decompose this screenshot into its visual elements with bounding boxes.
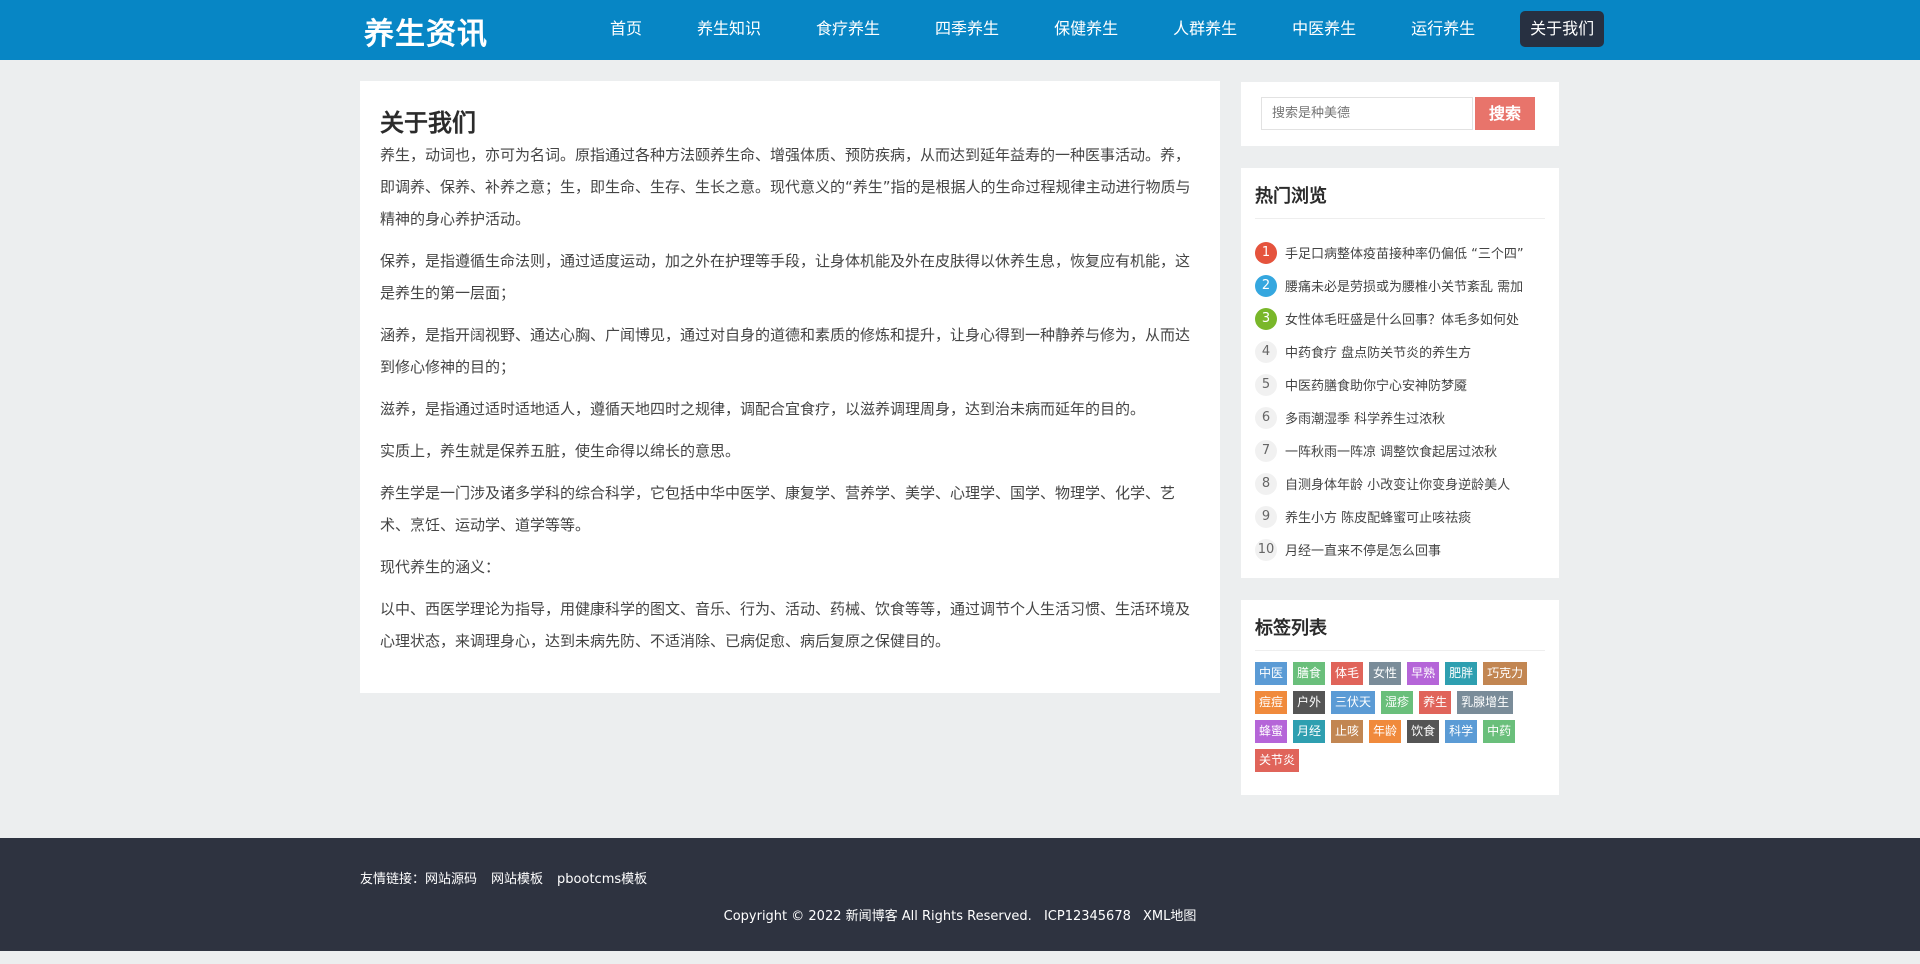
hot-list-item[interactable]: 8 自测身体年龄 小改变让你变身逆龄美人: [1255, 467, 1545, 500]
article-paragraph: 滋养，是指通过适时适地适人，遵循天地四时之规律，调配合宜食疗，以滋养调理周身，达…: [380, 400, 1146, 418]
nav-item-tcm[interactable]: 中医养生: [1282, 11, 1366, 47]
tag-chip[interactable]: 早熟: [1407, 662, 1440, 685]
nav-item-exercise[interactable]: 运行养生: [1401, 11, 1485, 47]
tag-chip[interactable]: 年龄: [1369, 720, 1402, 743]
tag-chip[interactable]: 巧克力: [1483, 662, 1528, 685]
nav-item-seasons[interactable]: 四季养生: [925, 11, 1009, 47]
friend-link[interactable]: pbootcms模板: [557, 868, 647, 887]
hot-item-title[interactable]: 多雨潮湿季 科学养生过浓秋: [1285, 408, 1541, 427]
tag-chip[interactable]: 三伏天: [1331, 691, 1376, 714]
sitemap-link[interactable]: XML地图: [1143, 909, 1196, 924]
nav-item-about[interactable]: 关于我们: [1520, 11, 1605, 47]
search-button[interactable]: 搜索: [1475, 97, 1535, 130]
rank-badge: 9: [1255, 505, 1277, 528]
rank-badge: 1: [1255, 241, 1277, 264]
hot-list-item[interactable]: 6 多雨潮湿季 科学养生过浓秋: [1255, 401, 1545, 434]
tag-chip[interactable]: 科学: [1445, 720, 1478, 743]
hot-item-title[interactable]: 月经一直来不停是怎么回事: [1285, 540, 1541, 559]
hot-item-title[interactable]: 中医药膳食助你宁心安神防梦魇: [1285, 375, 1541, 394]
search-panel: 搜索: [1241, 82, 1559, 146]
tag-chip[interactable]: 蜂蜜: [1255, 720, 1288, 743]
tag-chip[interactable]: 体毛: [1331, 662, 1364, 685]
rank-badge: 2: [1255, 274, 1277, 297]
tag-chip[interactable]: 饮食: [1407, 720, 1440, 743]
article-paragraph: 实质上，养生就是保养五脏，使生命得以绵长的意思。: [380, 442, 741, 460]
tags-panel: 标签列表 中医 膳食 体毛 女性 早熟 肥胖 巧克力 痘痘 户外 三伏天 湿疹 …: [1241, 600, 1559, 795]
nav-item-home[interactable]: 首页: [600, 11, 652, 47]
tag-chip[interactable]: 止咳: [1331, 720, 1364, 743]
rank-badge: 4: [1255, 340, 1277, 363]
hot-title: 热门浏览: [1255, 182, 1545, 219]
hot-list-item[interactable]: 4 中药食疗 盘点防关节炎的养生方: [1255, 335, 1545, 368]
hot-panel: 热门浏览 1 手足口病整体疫苗接种率仍偏低 “三个四” 2 腰痛未必是劳损或为腰椎小…: [1241, 168, 1559, 578]
tag-chip[interactable]: 中医: [1255, 662, 1288, 685]
tag-chip[interactable]: 月经: [1293, 720, 1326, 743]
hot-item-title[interactable]: 养生小方 陈皮配蜂蜜可止咳祛痰: [1285, 507, 1541, 526]
tag-chip[interactable]: 膳食: [1293, 662, 1326, 685]
nav-item-healthcare[interactable]: 保健养生: [1044, 11, 1128, 47]
tag-chip[interactable]: 女性: [1369, 662, 1402, 685]
article-paragraph: 以中、西医学理论为指导，用健康科学的图文、音乐、行为、活动、药械、饮食等等，通过…: [380, 600, 1191, 650]
rank-badge: 6: [1255, 406, 1277, 429]
hot-list-item[interactable]: 7 一阵秋雨一阵凉 调整饮食起居过浓秋: [1255, 434, 1545, 467]
rank-badge: 3: [1255, 307, 1277, 330]
article-paragraph: 养生学是一门涉及诸多学科的综合科学，它包括中华中医学、康复学、营养学、美学、心理…: [380, 484, 1176, 534]
hot-list-item[interactable]: 5 中医药膳食助你宁心安神防梦魇: [1255, 368, 1545, 401]
site-footer: 友情链接： 网站源码 网站模板 pbootcms模板 Copyright © 2…: [0, 838, 1920, 951]
hot-item-title[interactable]: 中药食疗 盘点防关节炎的养生方: [1285, 342, 1541, 361]
tags-title: 标签列表: [1255, 614, 1545, 651]
article-paragraph: 养生，动词也，亦可为名词。原指通过各种方法颐养生命、增强体质、预防疾病，从而达到…: [380, 146, 1191, 228]
article-paragraph: 现代养生的涵义：: [380, 558, 501, 576]
rank-badge: 8: [1255, 472, 1277, 495]
nav-item-diet[interactable]: 食疗养生: [806, 11, 890, 47]
rank-badge: 5: [1255, 373, 1277, 396]
page-title: 关于我们: [380, 109, 476, 137]
hot-list-item[interactable]: 1 手足口病整体疫苗接种率仍偏低 “三个四”: [1255, 236, 1545, 269]
hot-item-title[interactable]: 女性体毛旺盛是什么回事？体毛多如何处: [1285, 309, 1541, 328]
icp-link[interactable]: ICP12345678: [1044, 909, 1131, 924]
hot-list-item[interactable]: 3 女性体毛旺盛是什么回事？体毛多如何处: [1255, 302, 1545, 335]
tag-chip[interactable]: 中药: [1483, 720, 1516, 743]
hot-item-title[interactable]: 手足口病整体疫苗接种率仍偏低 “三个四”: [1285, 243, 1541, 262]
friend-links-label: 友情链接：: [360, 872, 426, 887]
nav-item-groups[interactable]: 人群养生: [1163, 11, 1247, 47]
hot-list-item[interactable]: 2 腰痛未必是劳损或为腰椎小关节紊乱 需加: [1255, 269, 1545, 302]
hot-list-item[interactable]: 9 养生小方 陈皮配蜂蜜可止咳祛痰: [1255, 500, 1545, 533]
tag-chip[interactable]: 户外: [1293, 691, 1326, 714]
nav-item-knowledge[interactable]: 养生知识: [687, 11, 771, 47]
main-nav: 首页 养生知识 食疗养生 四季养生 保健养生 人群养生 中医养生 运行养生 关于…: [600, 11, 1605, 49]
about-article-panel: 关于我们 养生，动词也，亦可为名词。原指通过各种方法颐养生命、增强体质、预防疾病…: [360, 81, 1220, 693]
friend-link[interactable]: 网站源码: [425, 868, 477, 887]
copyright-line: Copyright © 2022 新闻博客 All Rights Reserve…: [0, 905, 1920, 924]
tag-cloud: 中医 膳食 体毛 女性 早熟 肥胖 巧克力 痘痘 户外 三伏天 湿疹 养生 乳腺…: [1255, 662, 1545, 778]
hot-list-item[interactable]: 10 月经一直来不停是怎么回事: [1255, 533, 1545, 566]
tag-chip[interactable]: 养生: [1419, 691, 1452, 714]
hot-item-title[interactable]: 自测身体年龄 小改变让你变身逆龄美人: [1285, 474, 1541, 493]
search-input[interactable]: [1261, 97, 1473, 130]
top-navbar: 养生资讯 首页 养生知识 食疗养生 四季养生 保健养生 人群养生 中医养生 运行…: [0, 0, 1920, 60]
tag-chip[interactable]: 乳腺增生: [1457, 691, 1514, 714]
tag-chip[interactable]: 肥胖: [1445, 662, 1478, 685]
tag-chip[interactable]: 痘痘: [1255, 691, 1288, 714]
hot-item-title[interactable]: 腰痛未必是劳损或为腰椎小关节紊乱 需加: [1285, 276, 1541, 295]
site-logo[interactable]: 养生资讯: [364, 9, 488, 53]
copyright-text: Copyright © 2022 新闻博客 All Rights Reserve…: [723, 909, 1032, 924]
friend-links: 友情链接： 网站源码 网站模板 pbootcms模板: [360, 868, 661, 887]
article-body: 养生，动词也，亦可为名词。原指通过各种方法颐养生命、增强体质、预防疾病，从而达到…: [380, 139, 1200, 667]
hot-item-title[interactable]: 一阵秋雨一阵凉 调整饮食起居过浓秋: [1285, 441, 1541, 460]
friend-link[interactable]: 网站模板: [491, 868, 543, 887]
article-paragraph: 涵养，是指开阔视野、通达心胸、广闻博见，通过对自身的道德和素质的修炼和提升，让身…: [380, 326, 1191, 376]
hot-list: 1 手足口病整体疫苗接种率仍偏低 “三个四” 2 腰痛未必是劳损或为腰椎小关节紊乱 …: [1255, 236, 1545, 566]
rank-badge: 7: [1255, 439, 1277, 462]
article-paragraph: 保养，是指遵循生命法则，通过适度运动，加之外在护理等手段，让身体机能及外在皮肤得…: [380, 252, 1191, 302]
tag-chip[interactable]: 关节炎: [1255, 749, 1300, 772]
tag-chip[interactable]: 湿疹: [1381, 691, 1414, 714]
rank-badge: 10: [1255, 538, 1277, 561]
